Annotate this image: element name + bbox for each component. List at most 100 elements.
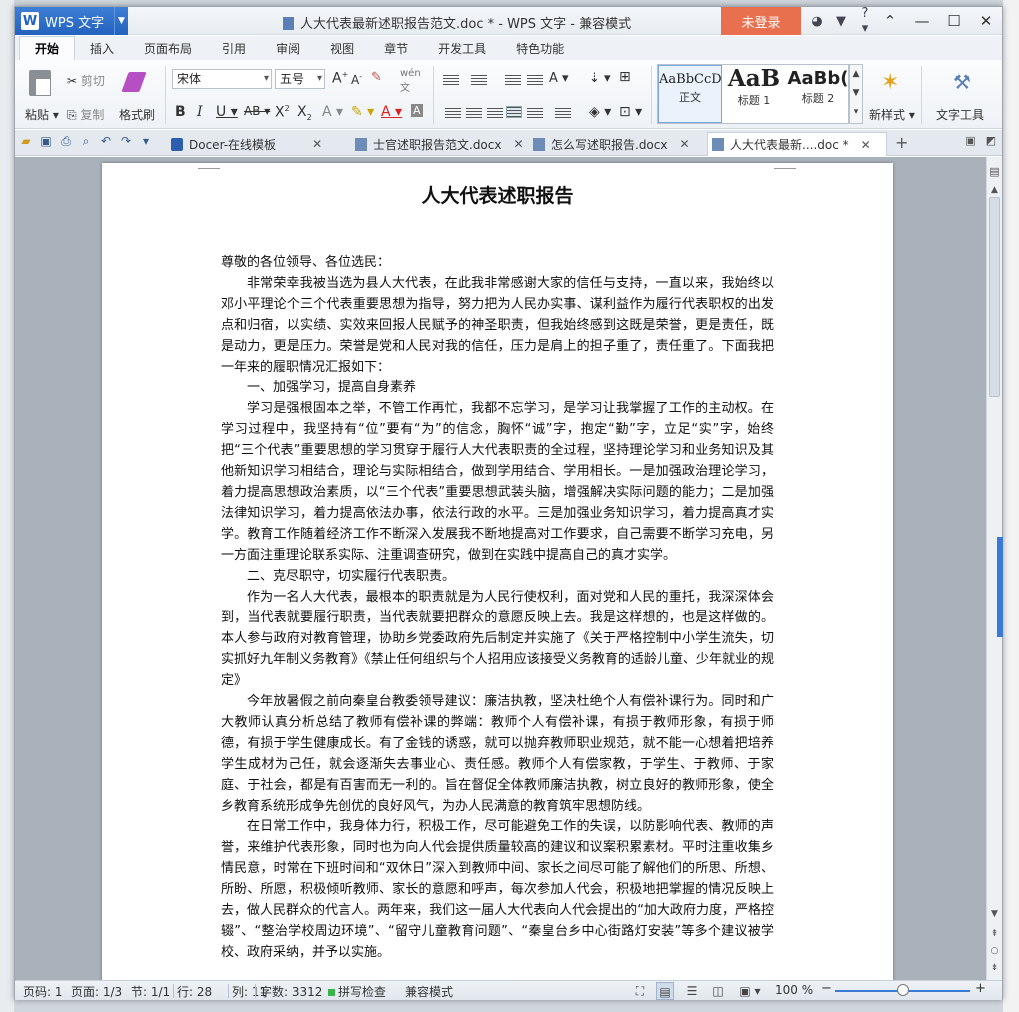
borders-icon[interactable]: ⊡ ▾ bbox=[619, 104, 642, 120]
phonetic-guide-icon[interactable]: wén 文 bbox=[400, 68, 421, 94]
previous-page-icon[interactable]: ⇞ bbox=[987, 929, 1002, 939]
tab-references[interactable]: 引用 bbox=[207, 36, 261, 60]
superscript-icon[interactable]: X2 bbox=[275, 104, 290, 121]
status-row[interactable]: 行: 28 bbox=[177, 983, 212, 1000]
spell-check-button[interactable]: 拼写检查 bbox=[328, 983, 386, 1000]
status-word-count[interactable]: 字数: 3312 bbox=[260, 983, 322, 1000]
select-browse-object-icon[interactable]: ○ bbox=[987, 946, 1002, 956]
app-menu-button[interactable]: W WPS 文字 ▼ bbox=[15, 7, 128, 35]
doc-tab-soldier-report[interactable]: 士官述职报告范文.docx ✕ bbox=[351, 132, 524, 156]
underline-icon[interactable]: U ▾ bbox=[216, 104, 238, 120]
app-menu-arrow-icon[interactable]: ▼ bbox=[114, 7, 128, 35]
page-view-icon[interactable]: ▤ bbox=[656, 982, 674, 1000]
full-screen-view-icon[interactable]: ⛶ bbox=[631, 982, 649, 1000]
new-tab-icon[interactable]: + bbox=[895, 133, 908, 152]
highlight-icon[interactable]: ✎ ▾ bbox=[351, 104, 374, 120]
status-section[interactable]: 节: 1/1 bbox=[131, 983, 170, 1000]
side-panel-handle[interactable] bbox=[997, 537, 1003, 637]
status-pages[interactable]: 页面: 1/3 bbox=[71, 983, 122, 1000]
style-normal[interactable]: AaBbCcD 正文 bbox=[658, 65, 722, 123]
tab-list-icon[interactable]: ▣ bbox=[965, 134, 975, 147]
paste-button[interactable]: 粘贴 ▾ bbox=[25, 106, 59, 123]
next-page-icon[interactable]: ⇟ bbox=[987, 963, 1002, 973]
zoom-level[interactable]: 100 % bbox=[775, 983, 813, 997]
table-grid-icon[interactable]: ⊞ bbox=[619, 69, 631, 85]
doc-tab-active[interactable]: 人大代表最新....doc * ✕ bbox=[707, 132, 887, 156]
split-view-icon[interactable]: ▤ bbox=[987, 165, 1002, 178]
format-painter-icon[interactable] bbox=[121, 72, 147, 92]
tab-insert[interactable]: 插入 bbox=[75, 36, 129, 60]
format-painter-button[interactable]: 格式刷 bbox=[119, 106, 155, 123]
document-body[interactable]: 尊敬的各位领导、各位选民： 非常荣幸我被当选为县人大代表，在此我非常感谢大家的信任… bbox=[221, 253, 774, 964]
tab-chapter[interactable]: 章节 bbox=[369, 36, 423, 60]
doc-tab-docer[interactable]: Docer-在线模板 ✕ bbox=[167, 132, 322, 156]
close-tab-icon[interactable]: ✕ bbox=[513, 137, 523, 151]
redo-icon[interactable]: ↷ bbox=[119, 134, 133, 149]
close-icon[interactable]: ✕ bbox=[970, 7, 1002, 35]
tab-special-features[interactable]: 特色功能 bbox=[501, 36, 579, 60]
shading-icon[interactable]: ◈ ▾ bbox=[589, 104, 611, 120]
align-center-icon[interactable] bbox=[466, 108, 482, 120]
text-effect-icon[interactable]: A ▾ bbox=[322, 104, 343, 120]
line-sort-icon[interactable]: ⇣ ▾ bbox=[589, 71, 611, 86]
zoom-out-icon[interactable]: − bbox=[821, 981, 832, 996]
tab-menu-icon[interactable]: ◩ bbox=[986, 134, 996, 147]
tab-view[interactable]: 视图 bbox=[315, 36, 369, 60]
undo-icon[interactable]: ↶ bbox=[99, 134, 113, 149]
paste-icon[interactable] bbox=[29, 70, 51, 96]
justify-icon[interactable] bbox=[506, 106, 522, 118]
maximize-icon[interactable]: ☐ bbox=[938, 7, 970, 35]
shirt-icon[interactable]: ▼ bbox=[829, 14, 853, 29]
style-heading-1[interactable]: AaB 标题 1 bbox=[722, 65, 786, 123]
text-tools-button[interactable]: 文字工具 bbox=[936, 106, 984, 123]
skin-icon[interactable]: ◕ bbox=[805, 14, 829, 29]
print-preview-icon[interactable]: ⌕ bbox=[79, 134, 93, 149]
grow-font-icon[interactable]: A+ bbox=[332, 70, 348, 87]
bold-icon[interactable]: B bbox=[175, 104, 186, 120]
zoom-slider-thumb[interactable] bbox=[897, 984, 909, 996]
new-style-button[interactable]: 新样式 ▾ bbox=[869, 106, 915, 123]
doc-tab-how-to-write[interactable]: 怎么写述职报告.docx ✕ bbox=[529, 132, 690, 156]
tab-home[interactable]: 开始 bbox=[19, 36, 76, 60]
font-size-select[interactable]: 五号 bbox=[275, 69, 325, 89]
new-style-icon[interactable]: ✶ bbox=[881, 70, 899, 95]
reading-mode-icon[interactable]: ▣ ▾ bbox=[735, 982, 765, 1000]
font-color-icon[interactable]: A ▾ bbox=[381, 104, 402, 120]
clear-format-icon[interactable]: ✎ bbox=[371, 70, 382, 85]
line-spacing-icon[interactable] bbox=[555, 108, 571, 120]
close-tab-icon[interactable]: ✕ bbox=[312, 137, 322, 151]
decrease-indent-icon[interactable] bbox=[505, 75, 521, 87]
tab-review[interactable]: 审阅 bbox=[261, 36, 315, 60]
style-gallery-scroll[interactable]: ▲ ▼ ▾ bbox=[849, 64, 863, 124]
print-icon[interactable]: ⎙ bbox=[59, 134, 73, 149]
numbering-icon[interactable] bbox=[471, 75, 487, 87]
tab-page-layout[interactable]: 页面布局 bbox=[129, 36, 207, 60]
align-left-icon[interactable] bbox=[445, 108, 461, 120]
shrink-font-icon[interactable]: A- bbox=[351, 72, 362, 87]
tab-developer[interactable]: 开发工具 bbox=[423, 36, 501, 60]
status-page-code[interactable]: 页码: 1 bbox=[23, 983, 63, 1000]
change-case-icon[interactable]: A ▾ bbox=[549, 71, 569, 86]
text-tools-icon[interactable]: ⚒ bbox=[953, 70, 971, 94]
customize-toolbar-icon[interactable]: ▾ bbox=[139, 134, 153, 149]
scroll-thumb[interactable] bbox=[989, 197, 1000, 397]
style-heading-2[interactable]: AaBb( 标题 2 bbox=[786, 65, 850, 123]
strikethrough-icon[interactable]: AB ▾ bbox=[244, 104, 270, 118]
collapse-ribbon-icon[interactable]: ⌃ bbox=[874, 7, 906, 35]
minimize-icon[interactable]: — bbox=[906, 7, 938, 35]
char-shading-icon[interactable]: A bbox=[411, 104, 423, 117]
bullets-icon[interactable] bbox=[443, 75, 459, 87]
close-tab-icon[interactable]: ✕ bbox=[679, 137, 689, 151]
font-name-select[interactable]: 宋体 bbox=[172, 69, 272, 89]
web-view-icon[interactable]: ◫ bbox=[709, 982, 727, 1000]
scroll-down-icon[interactable]: ▼ bbox=[987, 909, 1002, 919]
close-tab-icon[interactable]: ✕ bbox=[861, 138, 871, 152]
subscript-icon[interactable]: X2 bbox=[297, 104, 312, 122]
save-icon[interactable]: ▣ bbox=[39, 134, 53, 149]
distributed-align-icon[interactable] bbox=[527, 108, 543, 120]
copy-button[interactable]: ⎘ 复制 bbox=[67, 106, 104, 123]
login-button[interactable]: 未登录 bbox=[721, 7, 801, 35]
italic-icon[interactable]: I bbox=[197, 104, 203, 120]
outline-view-icon[interactable]: ☰ bbox=[683, 982, 701, 1000]
zoom-in-icon[interactable]: + bbox=[975, 981, 986, 996]
